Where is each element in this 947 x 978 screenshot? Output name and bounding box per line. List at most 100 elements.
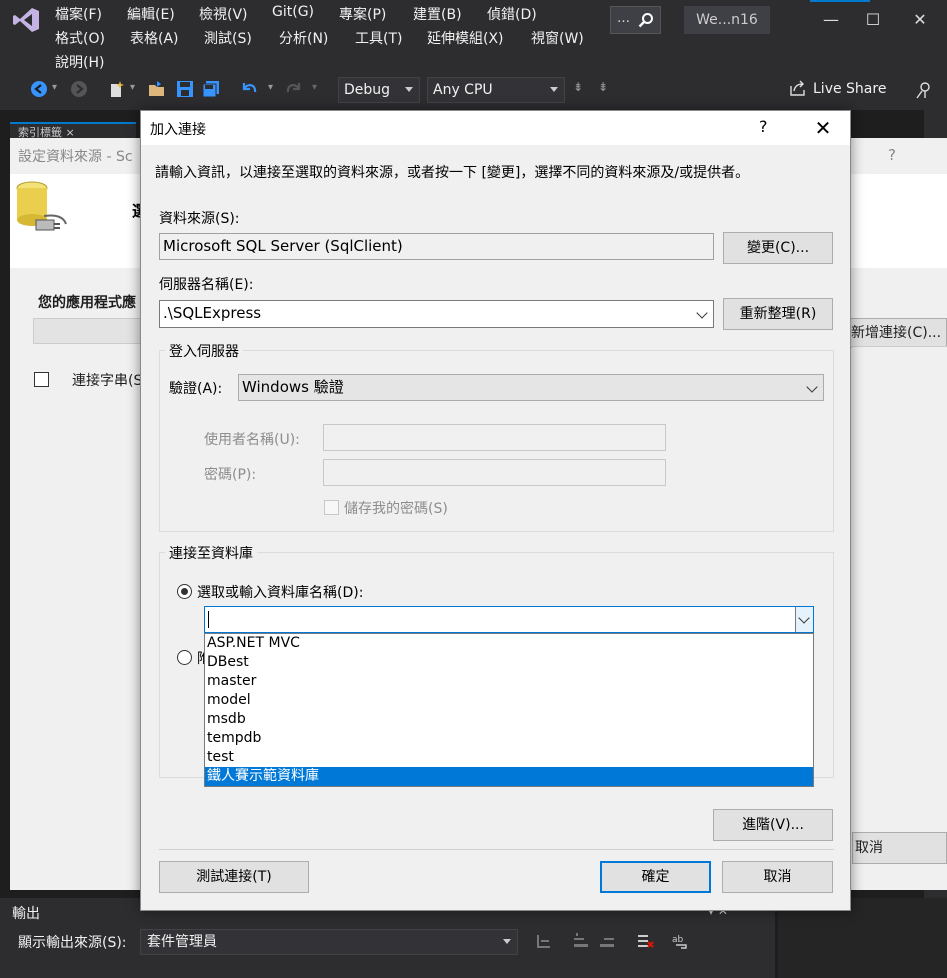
menu-test[interactable]: 測試(S) <box>204 28 252 48</box>
menu-edit[interactable]: 編輯(E) <box>127 4 175 24</box>
back-dropdown-icon[interactable]: ▾ <box>52 82 57 93</box>
next-message-icon[interactable] <box>598 932 616 950</box>
advanced-button[interactable]: 進階(V)... <box>713 809 833 841</box>
bg-connection-combo[interactable] <box>33 318 143 344</box>
prev-message-icon[interactable] <box>572 932 590 950</box>
bg-help-icon[interactable]: ? <box>888 146 896 164</box>
menu-extensions[interactable]: 延伸模組(X) <box>427 28 504 48</box>
save-password-label: 儲存我的密碼(S) <box>344 501 448 517</box>
bg-dialog-title: 設定資料來源 - Sc <box>18 149 133 165</box>
config-value: Debug <box>344 82 391 98</box>
feedback-icon[interactable] <box>914 80 934 100</box>
refresh-button[interactable]: 重新整理(R) <box>723 298 833 330</box>
username-field[interactable] <box>323 424 666 451</box>
ok-button[interactable]: 確定 <box>600 861 711 893</box>
db-option[interactable]: tempdb <box>205 729 813 748</box>
test-connection-button[interactable]: 測試連接(T) <box>159 861 309 893</box>
toolbar-overflow-icon[interactable]: ⇟ <box>573 80 583 94</box>
search-box[interactable]: … <box>610 6 661 34</box>
config-select[interactable]: Debug <box>338 77 420 103</box>
menu-help[interactable]: 說明(H) <box>55 52 104 72</box>
dialog-close-icon[interactable]: ✕ <box>811 116 835 140</box>
find-message-icon[interactable] <box>535 932 553 950</box>
menu-git[interactable]: Git(G) <box>272 4 314 20</box>
undo-icon[interactable] <box>240 80 258 98</box>
back-icon[interactable] <box>30 80 48 98</box>
bg-conn-string-checkbox[interactable] <box>34 372 49 387</box>
chevron-down-icon[interactable] <box>696 307 708 319</box>
text-caret <box>208 611 209 628</box>
menu-window[interactable]: 視窗(W) <box>531 28 584 48</box>
platform-value: Any CPU <box>433 82 493 98</box>
live-share-button[interactable]: Live Share <box>789 80 886 97</box>
menu-project[interactable]: 專案(P) <box>339 4 386 24</box>
solution-name-badge[interactable]: We...n16 <box>684 6 770 34</box>
save-icon[interactable] <box>176 80 194 98</box>
db-option[interactable]: ASP.NET MVC <box>205 634 813 653</box>
word-wrap-icon[interactable]: ab <box>672 932 690 950</box>
footer-divider <box>159 849 834 850</box>
close-window-icon[interactable]: ✕ <box>897 6 943 34</box>
menu-analyze[interactable]: 分析(N) <box>279 28 328 48</box>
auth-select[interactable]: Windows 驗證 <box>238 374 824 401</box>
server-name-label: 伺服器名稱(E): <box>159 277 254 293</box>
output-source-label: 顯示輸出來源(S): <box>18 935 127 951</box>
menu-table[interactable]: 表格(A) <box>130 28 179 48</box>
select-db-label: 選取或輸入資料庫名稱(D): <box>197 585 364 601</box>
add-connection-dialog: 加入連接 ? ✕ 請輸入資訊，以連接至選取的資料來源，或者按一下 [變更]，選擇… <box>140 110 851 911</box>
select-db-radio[interactable] <box>177 584 192 599</box>
forward-icon[interactable] <box>70 80 88 98</box>
server-name-value: .\SQLExpress <box>163 304 262 322</box>
search-icon <box>638 13 653 28</box>
menu-tools[interactable]: 工具(T) <box>355 28 402 48</box>
menu-file[interactable]: 檔案(F) <box>55 4 102 24</box>
open-folder-icon[interactable] <box>148 80 166 98</box>
save-all-icon[interactable] <box>202 80 220 98</box>
toolbar-overflow-icon-2[interactable]: ⇟ <box>598 80 608 94</box>
maximize-icon[interactable]: ☐ <box>850 6 896 34</box>
editor-tab[interactable]: 索引標籤 × <box>10 122 136 138</box>
dialog-title: 加入連接 <box>150 122 206 138</box>
attach-db-radio[interactable] <box>177 650 192 665</box>
db-option[interactable]: msdb <box>205 710 813 729</box>
title-accent-line <box>810 0 870 2</box>
new-item-icon[interactable] <box>108 80 126 98</box>
bg-cancel-button[interactable]: 取消 <box>852 832 947 864</box>
server-name-combo[interactable]: .\SQLExpress <box>159 300 714 328</box>
menu-build[interactable]: 建置(B) <box>413 4 462 24</box>
minimize-icon[interactable]: — <box>808 6 854 34</box>
database-connection-icon <box>16 181 67 231</box>
database-dropdown-list[interactable]: ASP.NET MVC DBest master model msdb temp… <box>204 633 814 787</box>
redo-dropdown-icon[interactable]: ▾ <box>312 82 317 93</box>
password-field[interactable] <box>323 459 666 486</box>
cancel-button[interactable]: 取消 <box>722 861 833 893</box>
bg-app-label: 您的應用程式應 <box>38 295 136 311</box>
change-button[interactable]: 變更(C)... <box>723 232 833 264</box>
dialog-help-icon[interactable]: ? <box>759 117 768 136</box>
database-name-combo[interactable] <box>204 606 814 633</box>
live-share-label: Live Share <box>813 81 887 97</box>
save-password-checkbox[interactable] <box>324 500 339 515</box>
chevron-down-icon[interactable] <box>795 607 813 632</box>
platform-select[interactable]: Any CPU <box>427 77 565 103</box>
svg-text:ab: ab <box>672 935 684 945</box>
db-option[interactable]: 鐵人賽示範資料庫 <box>205 767 813 786</box>
menu-view[interactable]: 檢視(V) <box>199 4 248 24</box>
menu-format[interactable]: 格式(O) <box>55 28 105 48</box>
db-option[interactable]: test <box>205 748 813 767</box>
new-item-dropdown-icon[interactable]: ▾ <box>130 82 135 93</box>
menu-debug[interactable]: 偵錯(D) <box>487 4 537 24</box>
output-source-value: 套件管理員 <box>147 934 217 950</box>
redo-icon[interactable] <box>285 80 303 98</box>
undo-dropdown-icon[interactable]: ▾ <box>268 82 273 93</box>
db-option[interactable]: DBest <box>205 653 813 672</box>
output-source-select[interactable]: 套件管理員 <box>140 929 518 955</box>
auth-label: 驗證(A): <box>169 381 223 397</box>
chevron-down-icon <box>806 381 818 393</box>
db-option[interactable]: model <box>205 691 813 710</box>
output-title: 輸出 <box>12 906 40 922</box>
dialog-title-bar <box>141 111 850 145</box>
new-connection-button[interactable]: 新增連接(C)... <box>848 318 947 348</box>
db-option[interactable]: master <box>205 672 813 691</box>
clear-all-icon[interactable] <box>636 932 654 950</box>
